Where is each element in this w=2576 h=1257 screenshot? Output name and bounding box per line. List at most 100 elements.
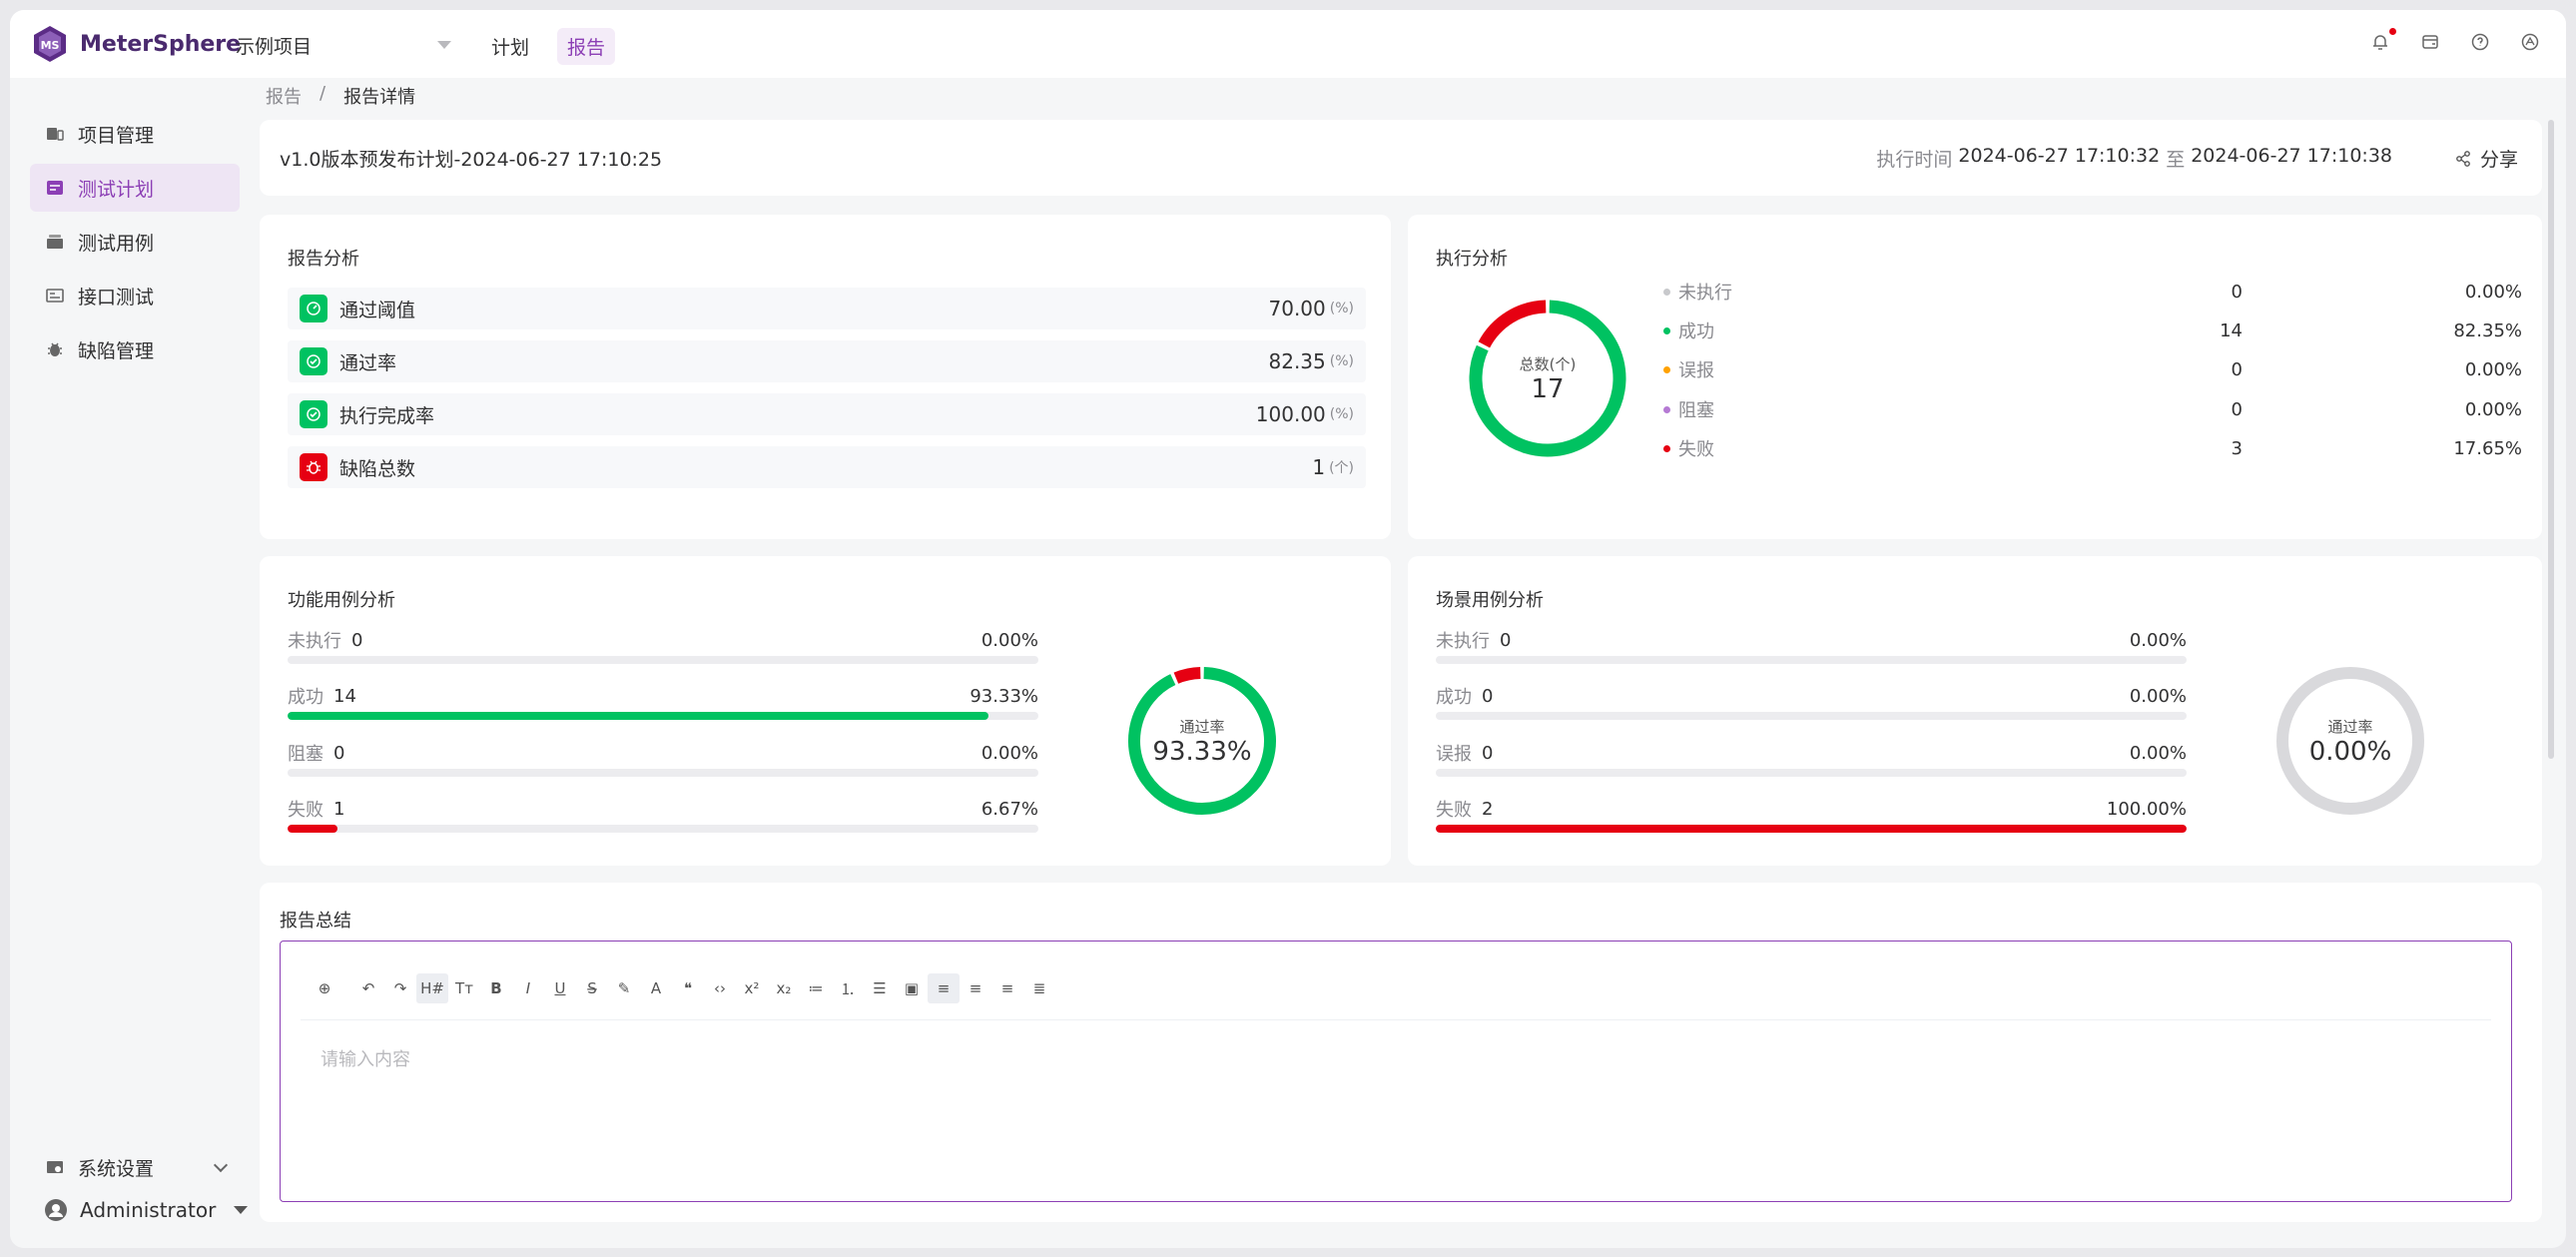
system-settings[interactable]: 系统设置 [30, 1146, 240, 1188]
execution-legend-row: 未执行 0 0.00% [1663, 277, 2522, 307]
heading-icon[interactable]: H# [416, 973, 448, 1003]
bar-pct: 0.00% [980, 629, 1038, 651]
bar-pct: 6.67% [980, 798, 1038, 820]
sidebar-item-test-plan[interactable]: 测试计划 [30, 164, 240, 212]
share-button[interactable]: 分享 [2454, 145, 2518, 172]
legend-pct: 82.35% [2453, 319, 2522, 341]
bar-count: 14 [333, 685, 356, 707]
underline-icon[interactable]: U [544, 973, 576, 1003]
user-menu[interactable]: Administrator [44, 1198, 249, 1222]
bar-pct: 100.00% [2106, 798, 2187, 820]
page-scrollbar[interactable] [2548, 120, 2554, 759]
task-center-icon[interactable] [2420, 32, 2440, 52]
bar-name: 误报 [1436, 744, 1472, 765]
api-test-icon [46, 289, 64, 303]
bar-track [1436, 825, 2187, 833]
strikethrough-icon[interactable]: S̶ [576, 973, 608, 1003]
subscript-icon[interactable]: x₂ [768, 973, 800, 1003]
bar-track [288, 712, 1038, 720]
ordered-list-icon[interactable]: ⒈ [832, 973, 864, 1003]
top-nav: 计划 报告 [481, 28, 616, 65]
bar-track [288, 769, 1038, 777]
project-select[interactable]: 示例项目 [236, 30, 451, 60]
project-icon [47, 128, 64, 141]
bar-pct: 0.00% [2129, 685, 2187, 707]
bar-fill [1436, 825, 2187, 833]
top-nav-report[interactable]: 报告 [557, 28, 616, 65]
align-center-icon[interactable]: ≡ [960, 973, 991, 1003]
bar-track [288, 656, 1038, 664]
bold-icon[interactable]: B [480, 973, 512, 1003]
bar-name: 未执行 [1436, 631, 1490, 652]
quote-icon[interactable]: ❝ [672, 973, 704, 1003]
code-block-icon[interactable]: ▣ [896, 973, 928, 1003]
report-analysis-unit: (%) [1329, 301, 1354, 316]
function-bar-row: 成功 14 93.33% [288, 684, 1038, 720]
report-analysis-value: 82.35 [1268, 349, 1326, 373]
check-circle-icon [300, 347, 327, 375]
plus-icon[interactable]: ⊕ [309, 973, 340, 1003]
bar-name: 成功 [288, 687, 323, 708]
highlight-icon[interactable]: ✎ [608, 973, 640, 1003]
bar-fill [288, 825, 338, 833]
execution-legend-row: 成功 14 82.35% [1663, 315, 2522, 345]
bell-icon[interactable] [2370, 28, 2396, 52]
bug-icon [300, 453, 327, 481]
legend-name: 阻塞 [1678, 400, 1714, 421]
sidebar-item-bug[interactable]: 缺陷管理 [30, 325, 240, 373]
execution-end: 2024-06-27 17:10:38 [2191, 145, 2392, 167]
undo-icon[interactable]: ↶ [352, 973, 384, 1003]
share-icon [2456, 150, 2470, 167]
function-analysis-title: 功能用例分析 [288, 590, 395, 611]
italic-icon[interactable]: I [512, 973, 544, 1003]
font-size-icon[interactable]: Tт [448, 973, 480, 1003]
help-icon[interactable] [2470, 32, 2490, 52]
align-right-icon[interactable]: ≡ [991, 973, 1023, 1003]
top-nav-plan[interactable]: 计划 [481, 28, 539, 65]
scenario-analysis-title: 场景用例分析 [1436, 590, 1544, 611]
execution-donut: 总数(个) 17 [1468, 299, 1627, 458]
report-analysis-row: 执行完成率 100.00 (%) [288, 393, 1366, 435]
sidebar-item-test-case[interactable]: 测试用例 [30, 218, 240, 266]
legend-count: 0 [2231, 358, 2243, 380]
settings-icon [47, 1161, 63, 1173]
editor-placeholder[interactable]: 请输入内容 [321, 1045, 410, 1071]
scenario-bar-row: 误报 0 0.00% [1436, 741, 2187, 777]
breadcrumb-separator: / [320, 83, 326, 104]
summary-editor[interactable]: ⊕ ↶ ↷ H# Tт B I U S̶ ✎ A ❝ ‹› x² x₂ ≔ ⒈ ☰ ▣ ≡ ≡ ≡ ≣ 请输入内容 [280, 941, 2512, 1202]
align-left-icon[interactable]: ≡ [928, 973, 960, 1003]
bar-count: 1 [333, 798, 345, 820]
project-select-value: 示例项目 [236, 35, 313, 58]
report-analysis-unit: (%) [1329, 353, 1354, 369]
function-donut-rate: 93.33% [1152, 736, 1252, 767]
legend-dot [1663, 288, 1670, 296]
execution-legend-row: 误报 0 0.00% [1663, 354, 2522, 384]
report-header: v1.0版本预发布计划-2024-06-27 17:10:25 执行时间 202… [260, 120, 2542, 196]
execution-donut-total: 17 [1531, 373, 1565, 404]
scenario-case-analysis-card: 场景用例分析 未执行 0 0.00% 成功 0 0.00% 误报 0 0.00% 失败 2 10… [1408, 556, 2542, 866]
logo[interactable]: MS MeterSphere [30, 24, 241, 64]
breadcrumb-report-detail: 报告详情 [343, 87, 416, 108]
sidebar-item-project[interactable]: 项目管理 [30, 110, 240, 158]
bar-pct: 0.00% [2129, 629, 2187, 651]
bug-icon [48, 342, 62, 356]
execution-to: 至 [2166, 149, 2186, 171]
superscript-icon[interactable]: x² [736, 973, 768, 1003]
breadcrumb-report[interactable]: 报告 [266, 83, 302, 109]
sidebar-item-api-test[interactable]: 接口测试 [30, 272, 240, 319]
function-pass-rate-donut: 通过率 93.33% [1126, 665, 1278, 817]
task-list-icon[interactable]: ☰ [864, 973, 896, 1003]
code-icon[interactable]: ‹› [704, 973, 736, 1003]
test-case-icon [47, 235, 63, 249]
language-icon[interactable] [2520, 32, 2540, 52]
threshold-icon [300, 295, 327, 322]
report-analysis-label: 通过率 [339, 351, 397, 374]
function-bar-row: 未执行 0 0.00% [288, 628, 1038, 664]
font-color-icon[interactable]: A [640, 973, 672, 1003]
editor-toolbar: ⊕ ↶ ↷ H# Tт B I U S̶ ✎ A ❝ ‹› x² x₂ ≔ ⒈ ☰ ▣ ≡ ≡ ≡ ≣ [309, 973, 1055, 1003]
legend-dot [1663, 444, 1670, 452]
scenario-bar-row: 失败 2 100.00% [1436, 797, 2187, 833]
bullet-list-icon[interactable]: ≔ [800, 973, 832, 1003]
align-justify-icon[interactable]: ≣ [1023, 973, 1055, 1003]
redo-icon[interactable]: ↷ [384, 973, 416, 1003]
